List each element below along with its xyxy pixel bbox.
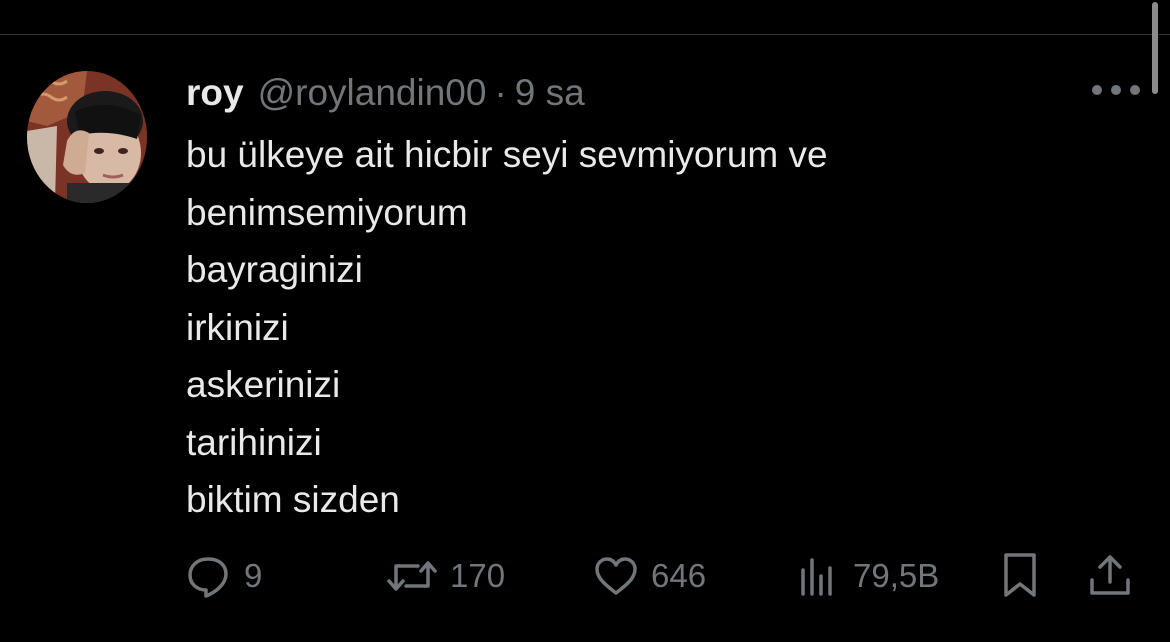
views-button[interactable]: 79,5B (797, 548, 939, 604)
tweet-text-line: irkinizi (186, 306, 289, 348)
retweet-count: 170 (450, 557, 506, 594)
scrollbar[interactable] (1152, 0, 1158, 100)
avatar[interactable] (27, 71, 147, 203)
share-button[interactable] (1086, 548, 1134, 604)
tweet-text-line: biktim sizden (186, 479, 400, 520)
timestamp[interactable]: 9 sa (515, 72, 585, 114)
more-dot (1092, 85, 1102, 95)
top-divider (0, 34, 1170, 35)
tweet-text: bu ülkeye ait hicbir seyi sevmiyorum ve … (186, 126, 1086, 529)
reply-count: 9 (244, 557, 263, 594)
retweet-button[interactable]: 170 (386, 548, 505, 604)
tweet-actions-bar: 9 170 646 79,5B (0, 548, 1170, 604)
like-count: 646 (651, 557, 707, 594)
share-upload-icon (1086, 552, 1134, 600)
bookmark-icon (998, 551, 1042, 601)
bar-chart-icon (797, 554, 841, 598)
separator-dot: · (494, 72, 507, 113)
more-dot (1130, 85, 1140, 95)
bookmark-button[interactable] (998, 548, 1042, 604)
tweet-text-line: benimsemiyorum (186, 191, 468, 233)
more-dot (1111, 85, 1121, 95)
tweet-text-line: bu ülkeye ait hicbir seyi sevmiyorum ve (186, 134, 828, 175)
tweet-text-line: bayraginizi (186, 249, 363, 290)
reply-button[interactable]: 9 (186, 548, 262, 604)
tweet-header: roy @roylandin00 · 9 sa (186, 70, 585, 116)
speech-bubble-icon (186, 554, 232, 598)
tweet-text-line: askerinizi (186, 364, 341, 405)
heart-icon (593, 554, 639, 598)
more-horizontal-icon[interactable] (1092, 80, 1140, 100)
user-handle[interactable]: @roylandin00 (258, 72, 487, 114)
tweet-text-line: tarihinizi (186, 421, 322, 463)
display-name[interactable]: roy (186, 72, 244, 114)
views-count: 79,5B (853, 557, 940, 594)
scrollbar-thumb[interactable] (1152, 2, 1158, 94)
like-button[interactable]: 646 (593, 548, 706, 604)
retweet-arrows-icon (386, 554, 438, 598)
